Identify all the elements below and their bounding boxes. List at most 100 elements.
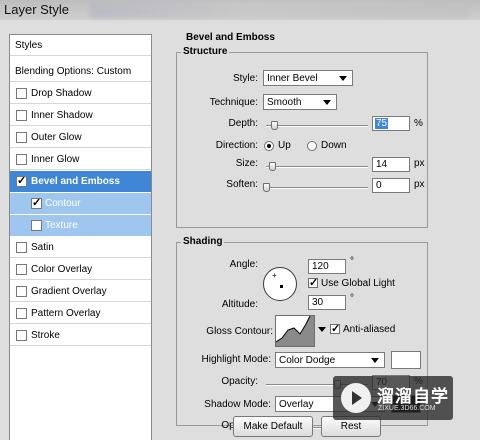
watermark-title: 溜溜自学 (377, 387, 449, 406)
bevel-and-emboss-checkbox[interactable]: ✓ (16, 175, 27, 187)
shadow-mode-value: Overlay (279, 399, 314, 410)
blending-options-item[interactable]: Blending Options: Custom (10, 61, 151, 82)
inner-glow-checkbox[interactable] (16, 154, 27, 165)
gloss-contour-label: Gloss Contour: (206, 326, 273, 337)
style-item-inner-glow[interactable]: Inner Glow (10, 149, 151, 170)
altitude-label: Altitude: (221, 299, 258, 310)
depth-input[interactable]: 75 (372, 116, 410, 131)
direction-down-label[interactable]: Down (321, 140, 347, 151)
style-value: Inner Bevel (267, 73, 318, 84)
size-slider-thumb[interactable] (269, 162, 276, 171)
pattern-overlay-checkbox[interactable] (16, 308, 27, 319)
check-icon: ✓ (331, 323, 341, 335)
direction-down-radio[interactable] (307, 141, 317, 151)
size-slider[interactable] (266, 162, 368, 172)
gradient-overlay-label: Gradient Overlay (31, 286, 107, 297)
global-light-label[interactable]: Use Global Light (321, 278, 395, 289)
highlight-color-swatch[interactable] (391, 351, 421, 369)
drop-shadow-label: Drop Shadow (31, 88, 92, 99)
check-icon: ✓ (309, 277, 319, 289)
inner-shadow-checkbox[interactable] (16, 110, 27, 121)
check-icon: ✓ (32, 197, 42, 209)
style-item-stroke[interactable]: Stroke (10, 325, 151, 346)
technique-select[interactable]: Smooth (263, 94, 337, 110)
size-input[interactable]: 14 (372, 157, 410, 172)
style-item-outer-glow[interactable]: Outer Glow (10, 127, 151, 148)
style-item-contour[interactable]: ✓ Contour (10, 193, 151, 214)
soften-label: Soften: (226, 179, 258, 190)
bevel-and-emboss-label: Bevel and Emboss (31, 176, 120, 187)
soften-slider-thumb[interactable] (263, 183, 270, 192)
angle-label: Angle: (229, 259, 258, 270)
shading-title: Shading (181, 236, 225, 247)
style-item-color-overlay[interactable]: Color Overlay (10, 259, 151, 280)
stroke-checkbox[interactable] (16, 330, 27, 341)
highlight-mode-value: Color Dodge (279, 355, 336, 366)
angle-unit: ° (350, 256, 354, 267)
outer-glow-checkbox[interactable] (16, 132, 27, 143)
styles-header-label: Styles (15, 40, 43, 51)
depth-unit: % (414, 118, 423, 129)
structure-group: Structure Style: Inner Bevel Technique: … (176, 46, 428, 228)
style-item-bevel-and-emboss[interactable]: ✓ Bevel and Emboss (10, 171, 151, 192)
section-title: Bevel and Emboss (186, 32, 275, 43)
technique-label: Technique: (209, 97, 258, 108)
depth-slider-thumb[interactable] (271, 121, 278, 130)
stroke-label: Stroke (31, 330, 60, 341)
size-slider-track (266, 166, 368, 168)
anti-aliased-label[interactable]: Anti-aliased (343, 324, 395, 335)
style-select[interactable]: Inner Bevel (263, 70, 353, 86)
depth-slider[interactable] (266, 121, 368, 131)
check-icon: ✓ (17, 175, 27, 187)
style-item-satin[interactable]: Satin (10, 237, 151, 258)
depth-value: 75 (375, 118, 389, 129)
direction-up-radio[interactable] (264, 141, 274, 151)
inner-glow-label: Inner Glow (31, 154, 80, 165)
soften-slider[interactable] (263, 183, 368, 193)
color-overlay-label: Color Overlay (31, 264, 93, 275)
soften-unit: px (414, 179, 425, 190)
gradient-overlay-checkbox[interactable] (16, 286, 27, 297)
direction-up-label[interactable]: Up (278, 140, 291, 151)
gloss-contour-preview[interactable] (275, 315, 315, 347)
direction-label: Direction: (215, 140, 258, 151)
style-item-drop-shadow[interactable]: Drop Shadow (10, 83, 151, 104)
chevron-down-icon[interactable] (318, 327, 326, 332)
style-item-inner-shadow[interactable]: Inner Shadow (10, 105, 151, 126)
angle-dial[interactable]: + (263, 267, 297, 301)
depth-slider-track (266, 125, 368, 127)
size-unit: px (414, 158, 425, 169)
chevron-down-icon (371, 358, 379, 363)
make-default-button[interactable]: Make Default (233, 416, 313, 437)
angle-input[interactable]: 120 (308, 259, 346, 274)
blending-options-label: Blending Options: Custom (15, 66, 132, 77)
pattern-overlay-label: Pattern Overlay (31, 308, 101, 319)
color-overlay-checkbox[interactable] (16, 264, 27, 275)
contour-checkbox[interactable]: ✓ (31, 197, 42, 209)
drop-shadow-checkbox[interactable] (16, 88, 27, 99)
play-logo-icon (341, 383, 371, 413)
styles-header[interactable]: Styles (10, 35, 151, 56)
soften-slider-track (266, 187, 368, 189)
style-item-pattern-overlay[interactable]: Pattern Overlay (10, 303, 151, 324)
style-item-texture[interactable]: Texture (10, 215, 151, 236)
anti-aliased-checkbox[interactable]: ✓ (330, 323, 341, 335)
soften-input[interactable]: 0 (372, 178, 410, 193)
highlight-opacity-label: Opacity: (221, 376, 258, 387)
global-light-checkbox[interactable]: ✓ (308, 277, 319, 289)
window-title: Layer Style (4, 2, 70, 17)
chevron-down-icon (339, 76, 347, 81)
satin-checkbox[interactable] (16, 242, 27, 253)
texture-label: Texture (45, 220, 78, 231)
style-item-gradient-overlay[interactable]: Gradient Overlay (10, 281, 151, 302)
size-value: 14 (376, 159, 388, 170)
texture-checkbox[interactable] (31, 220, 42, 231)
shadow-mode-label: Shadow Mode: (204, 399, 271, 410)
inner-shadow-label: Inner Shadow (31, 110, 93, 121)
satin-label: Satin (31, 242, 54, 253)
altitude-input[interactable]: 30 (308, 295, 346, 310)
highlight-mode-select[interactable]: Color Dodge (275, 352, 385, 368)
soften-value: 0 (376, 180, 382, 191)
angle-value: 120 (312, 261, 329, 272)
altitude-unit: ° (350, 293, 354, 304)
